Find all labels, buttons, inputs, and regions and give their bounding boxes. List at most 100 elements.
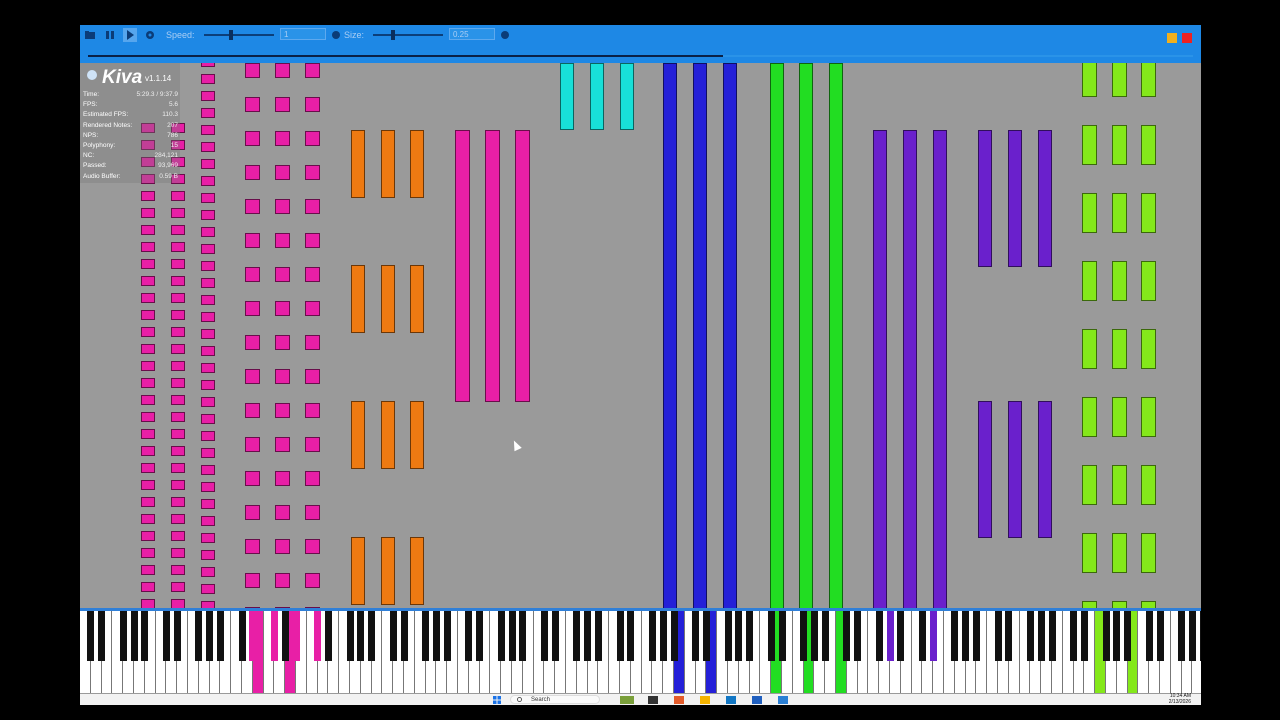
piano-black-key: [119, 611, 127, 661]
piano-black-key: [800, 611, 808, 661]
midi-note: [275, 505, 290, 520]
midi-note: [245, 131, 260, 146]
midi-note: [201, 414, 215, 424]
piano-black-key: [465, 611, 473, 661]
midi-note: [171, 191, 185, 201]
speed-slider-handle[interactable]: [228, 30, 233, 40]
stat-row: Rendered Notes: 207: [83, 122, 178, 132]
piano-black-key: [594, 611, 602, 661]
midi-note: [275, 97, 290, 112]
midi-note: [171, 293, 185, 303]
close-icon[interactable]: [1182, 33, 1192, 43]
stat-value: 15: [170, 142, 178, 149]
midi-note: [693, 63, 707, 610]
piano-black-key: [875, 611, 883, 661]
midi-note: [275, 539, 290, 554]
piano-black-key: [98, 611, 106, 661]
windows-start-icon[interactable]: [493, 696, 501, 704]
piano-black-key: [141, 611, 149, 661]
file-explorer-icon[interactable]: [700, 696, 710, 704]
help-icon[interactable]: [500, 30, 510, 40]
midi-note: [245, 233, 260, 248]
midi-note: [275, 437, 290, 452]
midi-note: [410, 265, 424, 333]
midi-note: [171, 429, 185, 439]
taskbar-search[interactable]: Search: [510, 695, 600, 704]
midi-note: [201, 363, 215, 373]
edge-browser-icon[interactable]: [726, 696, 736, 704]
taskbar-clock[interactable]: 10:34 AM 2/13/2026: [1169, 693, 1191, 705]
midi-note: [275, 233, 290, 248]
midi-note: [1082, 63, 1097, 97]
midi-note: [141, 565, 155, 575]
midi-note: [275, 63, 290, 78]
settings-icon[interactable]: [144, 29, 156, 41]
midi-note: [381, 130, 395, 198]
midi-note: [171, 531, 185, 541]
seek-bar[interactable]: [88, 55, 1193, 57]
midi-note: [245, 199, 260, 214]
kiva-logo-icon: [87, 70, 97, 80]
piano-black-key: [1080, 611, 1088, 661]
midi-note: [1038, 130, 1052, 267]
taskbar-app-icon-2[interactable]: [648, 696, 658, 704]
midi-note: [201, 516, 215, 526]
size-input[interactable]: 0.25: [449, 28, 495, 40]
midi-note: [1112, 261, 1127, 301]
midi-note: [1008, 130, 1022, 267]
stat-value: 284,121: [154, 152, 179, 160]
piano-black-key: [659, 611, 667, 661]
midi-note: [201, 346, 215, 356]
speed-input[interactable]: 1: [280, 28, 326, 40]
size-slider[interactable]: [373, 34, 443, 36]
stat-label: Audio Buffer:: [83, 172, 121, 180]
stat-row: Polyphony: 15: [83, 142, 178, 152]
midi-note: [455, 130, 470, 402]
taskbar-app-icon-6[interactable]: [752, 696, 762, 704]
taskbar-app-icon-3[interactable]: [674, 696, 684, 704]
midi-note: [201, 533, 215, 543]
speed-slider[interactable]: [204, 34, 274, 36]
taskbar-app-icon-1[interactable]: [620, 696, 634, 704]
piano-black-key: [508, 611, 516, 661]
midi-note: [351, 265, 365, 333]
play-icon[interactable]: [123, 28, 137, 42]
kiva-taskbar-icon[interactable]: [778, 696, 788, 704]
piano-black-key: [270, 611, 278, 661]
midi-note: [201, 567, 215, 577]
midi-note: [351, 130, 365, 198]
piano-black-key: [1124, 611, 1132, 661]
piano-black-key: [1178, 611, 1186, 661]
piano-black-key: [810, 611, 818, 661]
midi-note: [305, 301, 320, 316]
midi-note: [141, 191, 155, 201]
midi-note: [1112, 397, 1127, 437]
midi-note: [171, 565, 185, 575]
stat-row: NC: 284,121: [83, 152, 178, 162]
open-file-icon[interactable]: [84, 29, 96, 41]
midi-note: [799, 63, 813, 610]
minimize-icon[interactable]: [1167, 33, 1177, 43]
piano-black-key: [130, 611, 138, 661]
piano-black-key: [778, 611, 786, 661]
piano-black-key: [627, 611, 635, 661]
midi-note: [201, 63, 215, 67]
stat-value: 93,969: [158, 162, 178, 170]
midi-note: [770, 63, 784, 610]
midi-note: [275, 267, 290, 282]
midi-note: [305, 335, 320, 350]
stat-label: Polyphony:: [83, 142, 116, 149]
speed-label: Speed:: [166, 30, 195, 40]
piano-black-key: [173, 611, 181, 661]
piano-black-key: [843, 611, 851, 661]
pause-icon[interactable]: [104, 29, 116, 41]
size-slider-handle[interactable]: [390, 30, 395, 40]
stats-overlay: Kiva v1.1.14 Time: 5:29.3 / 9:37.9 FPS: 5.6…: [80, 63, 180, 183]
size-label: Size:: [344, 30, 365, 40]
stat-row: Passed: 93,969: [83, 162, 178, 172]
stat-row: NPS: 786: [83, 132, 178, 142]
midi-note: [171, 497, 185, 507]
piano-black-key: [1048, 611, 1056, 661]
piano-black-key: [206, 611, 214, 661]
midi-note: [245, 165, 260, 180]
